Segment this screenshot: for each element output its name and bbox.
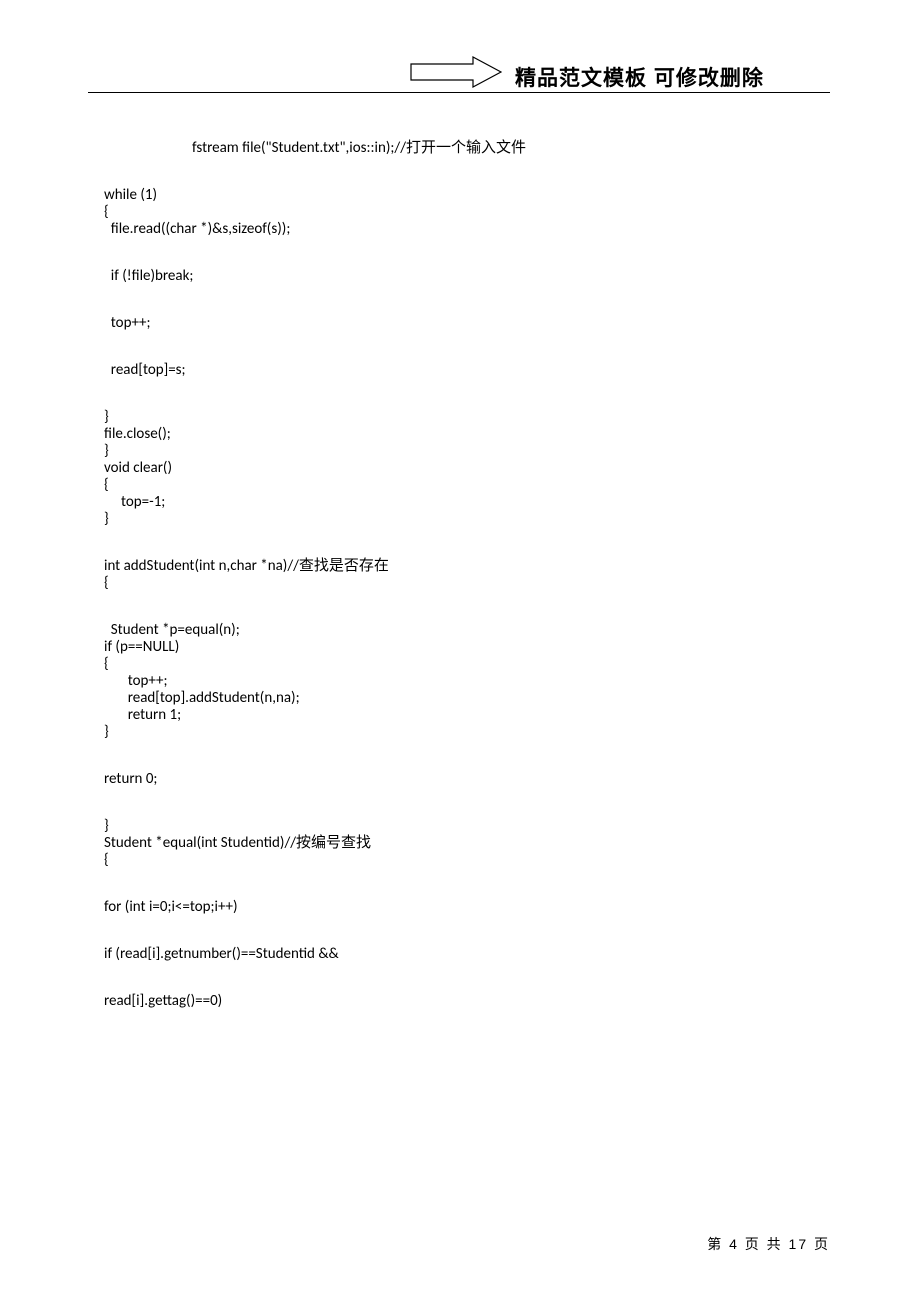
code-line: return 0; [104,771,816,788]
code-line: while (1) [104,187,816,204]
code-line: if (!file)break; [104,268,816,285]
code-block: fstream file("Student.txt",ios::in);//打开… [104,140,816,1010]
code-line: read[top].addStudent(n,na); [104,690,816,707]
code-line: return 1; [104,707,816,724]
code-line: if (p==NULL) [104,639,816,656]
code-line: Student *p=equal(n); [104,622,816,639]
code-line: int addStudent(int n,char *na)//查找是否存在 [104,558,816,575]
code-line: read[i].gettag()==0) [104,993,816,1010]
page-footer: 第 4 页 共 17 页 [707,1234,830,1254]
code-line: { [104,204,816,221]
code-line: { [104,575,816,592]
code-line: } [104,511,816,528]
code-line: } [104,409,816,426]
code-line: for (int i=0;i<=top;i++) [104,899,816,916]
arrow-icon [410,56,502,93]
code-line: top++; [104,673,816,690]
code-line: } [104,443,816,460]
header-title: 精品范文模板 可修改删除 [515,62,764,92]
code-line: top=-1; [104,494,816,511]
code-line: { [104,852,816,869]
code-line: if (read[i].getnumber()==Studentid && [104,946,816,963]
code-line: } [104,724,816,741]
header-divider [88,92,830,93]
code-line: { [104,477,816,494]
code-line: file.read((char *)&s,sizeof(s)); [104,221,816,238]
code-line: } [104,818,816,835]
code-line: read[top]=s; [104,362,816,379]
code-line: void clear() [104,460,816,477]
code-line: top++; [104,315,816,332]
code-line: Student *equal(int Studentid)//按编号查找 [104,835,816,852]
code-line: fstream file("Student.txt",ios::in);//打开… [104,140,816,157]
code-line: file.close(); [104,426,816,443]
code-line: { [104,656,816,673]
